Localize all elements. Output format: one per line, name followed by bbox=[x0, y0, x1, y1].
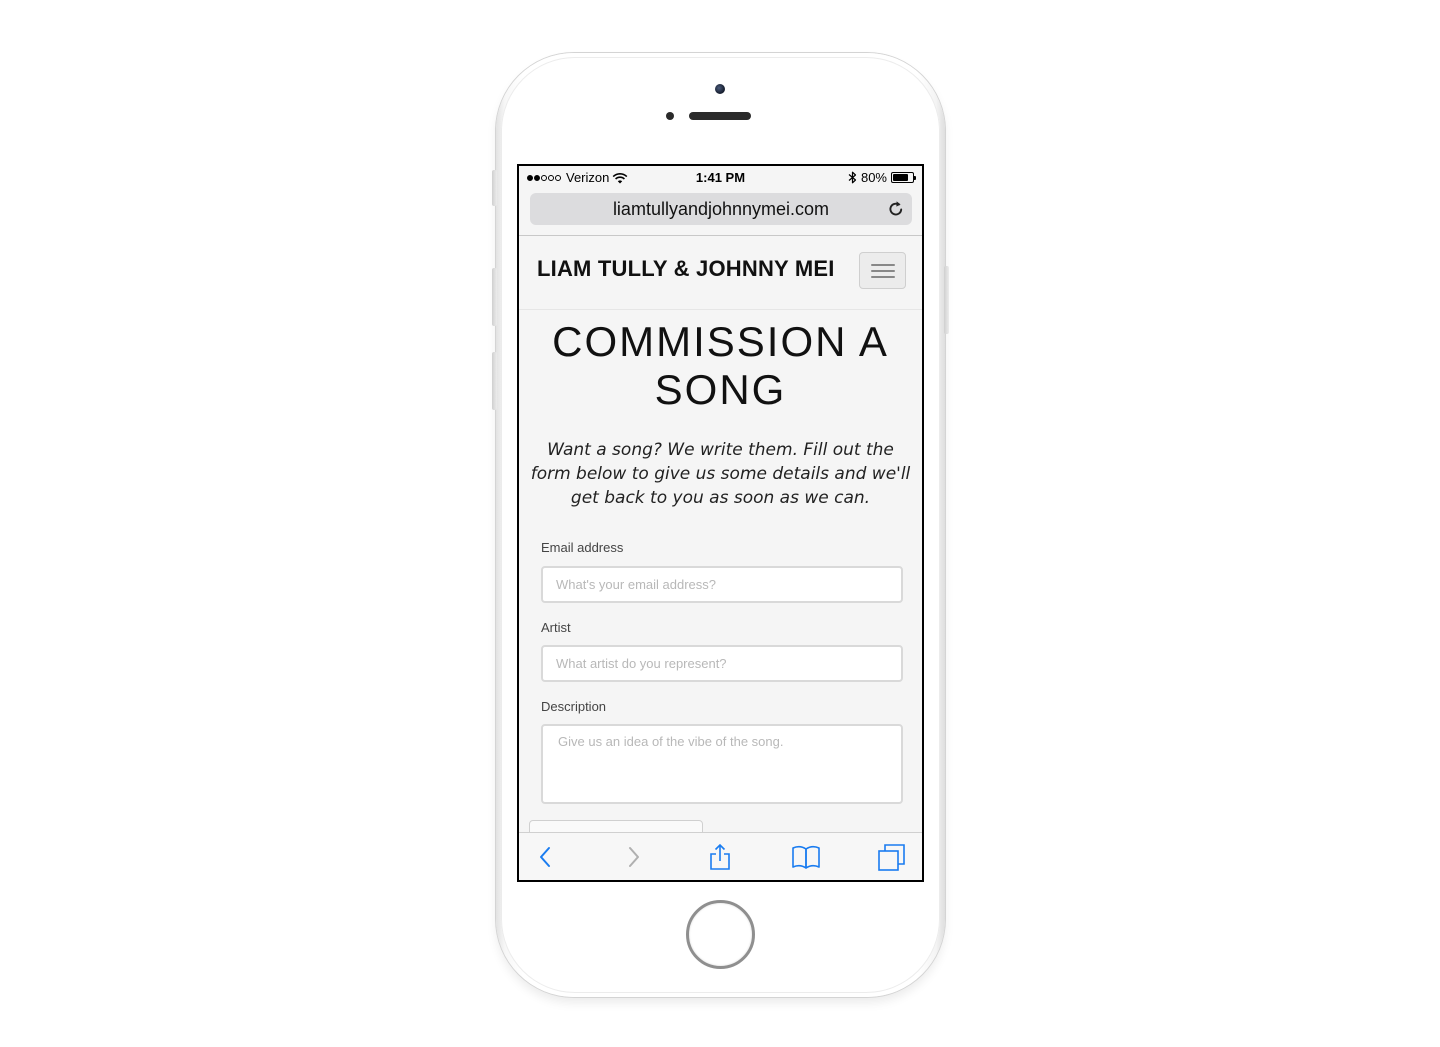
proximity-sensor bbox=[666, 112, 674, 120]
site-header: LIAM TULLY & JOHNNY MEI bbox=[519, 236, 922, 310]
address-bar[interactable]: liamtullyandjohnnymei.com bbox=[530, 193, 912, 225]
battery-percent: 80% bbox=[860, 170, 887, 185]
browser-toolbar bbox=[519, 832, 922, 880]
status-right: 80% bbox=[848, 170, 916, 185]
earpiece-speaker bbox=[689, 112, 751, 120]
hamburger-icon bbox=[871, 276, 895, 278]
site-brand[interactable]: LIAM TULLY & JOHNNY MEI bbox=[537, 256, 835, 282]
page-title: COMMISSION A SONG bbox=[552, 318, 889, 413]
description-field[interactable] bbox=[541, 724, 903, 804]
email-field[interactable] bbox=[541, 566, 903, 603]
bluetooth-icon bbox=[848, 171, 857, 184]
share-icon[interactable] bbox=[705, 842, 735, 872]
bookmarks-icon[interactable] bbox=[791, 842, 821, 872]
url-text: liamtullyandjohnnymei.com bbox=[612, 199, 830, 219]
artist-field[interactable] bbox=[541, 645, 903, 682]
battery-icon bbox=[891, 172, 916, 183]
power-button bbox=[944, 266, 949, 334]
volume-down-button bbox=[492, 352, 497, 410]
forward-icon[interactable] bbox=[618, 842, 648, 872]
description-label: Description bbox=[541, 699, 607, 714]
reload-icon[interactable] bbox=[886, 199, 906, 219]
volume-up-button bbox=[492, 268, 497, 326]
front-camera-icon bbox=[715, 84, 725, 94]
mute-switch bbox=[492, 170, 497, 206]
page-intro: Want a song? We write them. Fill out the… bbox=[530, 440, 911, 508]
tabs-icon[interactable] bbox=[877, 842, 907, 872]
artist-label: Artist bbox=[541, 620, 571, 635]
back-icon[interactable] bbox=[531, 842, 561, 872]
battery-level bbox=[893, 174, 909, 181]
hamburger-icon bbox=[871, 270, 895, 272]
hamburger-icon bbox=[871, 264, 895, 266]
phone-screen: Verizon 1:41 PM 80% liamtullyandjohnnyme… bbox=[517, 164, 924, 882]
email-label: Email address bbox=[541, 540, 624, 555]
status-bar: Verizon 1:41 PM 80% bbox=[519, 166, 922, 190]
home-button[interactable] bbox=[686, 900, 755, 969]
menu-toggle-button[interactable] bbox=[859, 252, 906, 289]
